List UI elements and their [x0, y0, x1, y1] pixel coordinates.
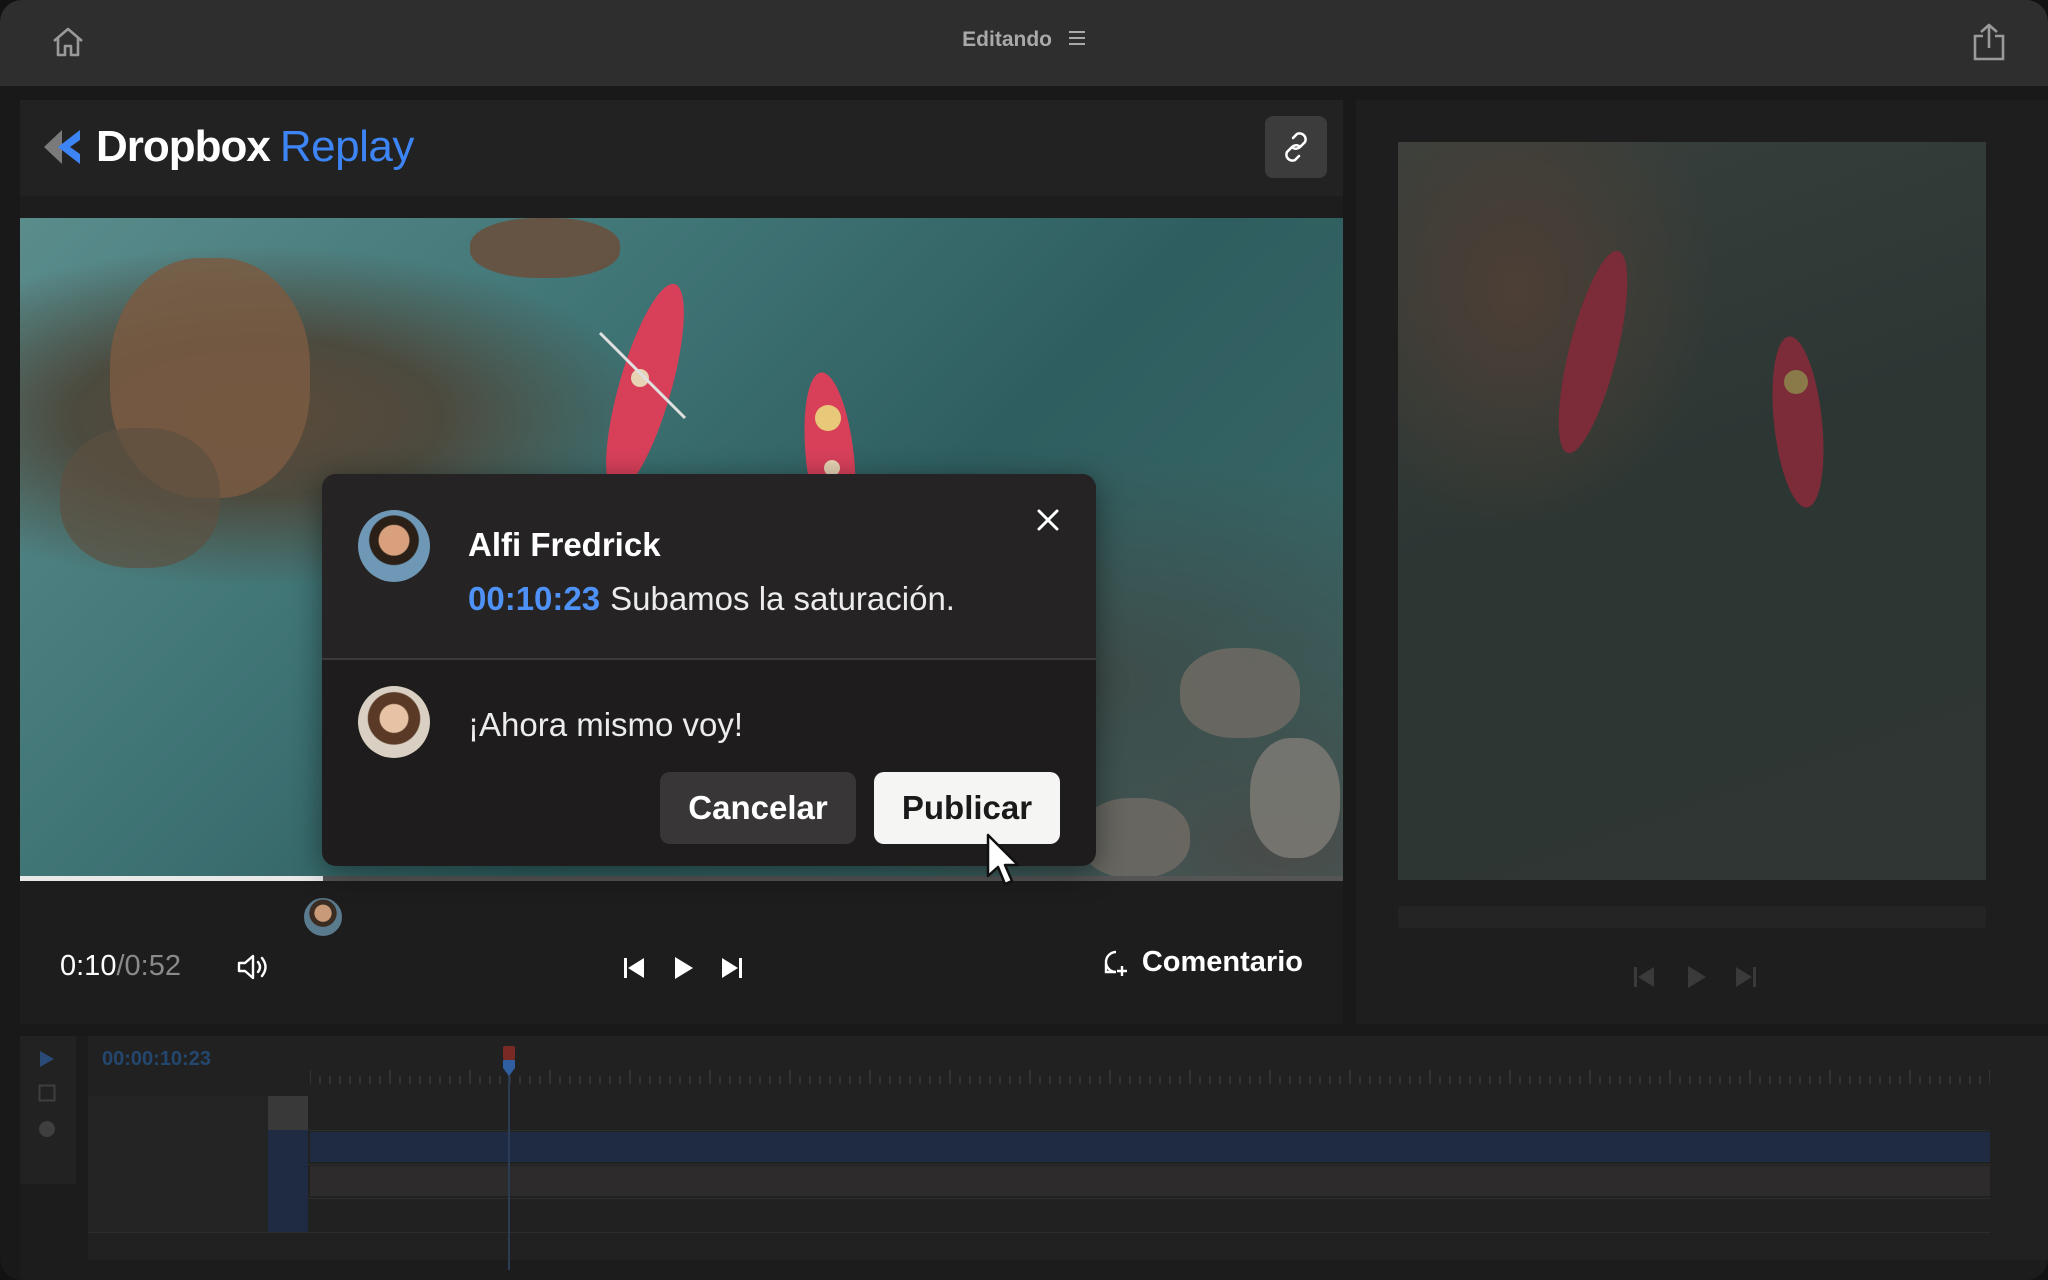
play-icon[interactable] [38, 1050, 56, 1068]
track-label [88, 1130, 268, 1164]
comment-marker-avatar[interactable] [302, 896, 344, 938]
timeline-ruler[interactable] [310, 1070, 1990, 1084]
previous-frame-button[interactable] [620, 953, 650, 983]
comment-popup: Alfi Fredrick 00:10:23 Subamos la saturac… [322, 474, 1096, 866]
close-icon[interactable] [1032, 504, 1064, 536]
rock-image [1080, 798, 1190, 878]
play-button[interactable] [668, 953, 698, 983]
track-head [268, 1164, 308, 1198]
track-row[interactable] [88, 1198, 1990, 1233]
skip-forward-icon [722, 958, 742, 978]
app-window: Editando Dropbox Replay 0:10/0:52 Coment… [0, 0, 2048, 1280]
track-head [268, 1198, 308, 1232]
stop-icon[interactable] [38, 1084, 56, 1102]
timeline-tracks: 00:00:10:23 [88, 1036, 2048, 1270]
rock-image [1180, 648, 1300, 738]
rock-image [60, 428, 220, 568]
next-frame-button[interactable] [716, 953, 746, 983]
playhead-line[interactable] [508, 1046, 510, 1270]
time-display: 0:10/0:52 [60, 950, 181, 983]
rock-image [1250, 738, 1340, 858]
secondary-preview-panel [1356, 100, 2048, 1024]
track-label [88, 1198, 268, 1232]
avatar [358, 686, 430, 758]
kayak-image [1558, 250, 1628, 454]
volume-icon[interactable] [236, 952, 270, 982]
share-icon[interactable] [1970, 22, 2008, 62]
kayak-image [1772, 336, 1824, 508]
publish-button[interactable]: Publicar [874, 772, 1060, 844]
timeline-panel: 00:00:10:23 [20, 1036, 2048, 1280]
title-text: Editando [962, 28, 1052, 51]
play-icon[interactable] [1684, 964, 1708, 990]
cancel-button[interactable]: Cancelar [660, 772, 856, 844]
link-icon [1285, 132, 1307, 162]
track-clip [310, 1166, 1990, 1196]
copy-link-button[interactable] [1265, 116, 1327, 178]
timeline-timecode: 00:00:10:23 [102, 1048, 211, 1070]
comment-author: Alfi Fredrick [468, 526, 661, 563]
document-title[interactable]: Editando [0, 28, 2048, 52]
track-label [88, 1096, 268, 1130]
comment-text: Subamos la saturación. [610, 580, 955, 617]
progress-bar[interactable] [20, 876, 1343, 881]
logo-product: Replay [279, 122, 414, 171]
skip-back-icon [624, 958, 644, 978]
mouse-pointer-icon [986, 833, 1020, 886]
track-row[interactable] [88, 1130, 1990, 1165]
comment-timestamp[interactable]: 00:10:23 [468, 580, 600, 617]
comment-thread: Alfi Fredrick 00:10:23 Subamos la saturac… [322, 474, 1096, 660]
logo-brand: Dropbox [96, 122, 271, 171]
logo: Dropbox Replay [42, 122, 414, 171]
time-separator: / [116, 950, 125, 982]
kayak-image [598, 283, 687, 493]
record-icon[interactable] [38, 1120, 56, 1138]
track-clip [310, 1098, 1990, 1128]
play-icon [675, 957, 693, 979]
comment-add-icon [1104, 950, 1127, 976]
menu-icon [1068, 31, 1085, 46]
avatar [358, 510, 430, 582]
track-row[interactable] [88, 1164, 1990, 1199]
skip-back-icon[interactable] [1632, 964, 1658, 990]
reply-input[interactable]: ¡Ahora mismo voy! [468, 706, 743, 744]
player-header: Dropbox Replay [20, 100, 1343, 196]
track-clip [310, 1200, 1990, 1230]
track-label [88, 1164, 268, 1198]
rock-image [470, 218, 620, 278]
progress-fill [20, 876, 323, 881]
comment-button-label: Comentario [1141, 946, 1303, 978]
add-comment-button[interactable]: Comentario [1102, 946, 1303, 979]
comment-line: 00:10:23 Subamos la saturación. [468, 580, 955, 618]
skip-forward-icon[interactable] [1732, 964, 1758, 990]
time-current: 0:10 [60, 950, 117, 982]
track-clip [310, 1132, 1990, 1162]
track-row[interactable] [88, 1096, 1990, 1131]
timeline-tools [20, 1036, 76, 1184]
replay-logo-icon [44, 130, 80, 164]
preview-controls [1632, 960, 1782, 994]
preview-video[interactable] [1398, 142, 1986, 880]
preview-progress-bar[interactable] [1398, 906, 1986, 928]
track-head [268, 1096, 308, 1130]
playhead-handle[interactable] [502, 1046, 516, 1076]
track-head [268, 1130, 308, 1164]
playback-controls: 0:10/0:52 Comentario [20, 940, 1343, 1000]
time-total: 0:52 [124, 950, 181, 982]
title-bar: Editando [0, 0, 2048, 86]
